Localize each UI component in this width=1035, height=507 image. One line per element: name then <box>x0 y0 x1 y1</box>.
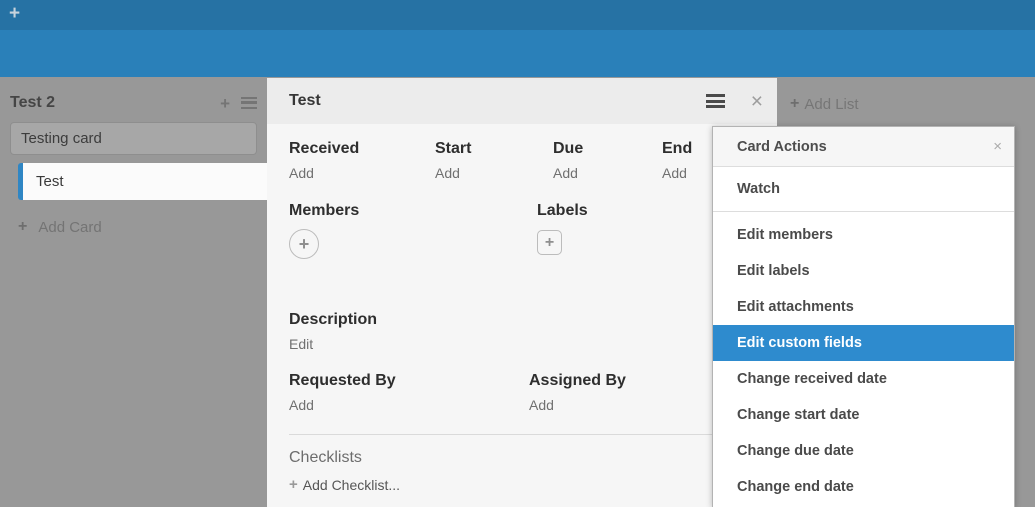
menu-item-watch[interactable]: Watch <box>713 167 1014 212</box>
description-field: Description Edit <box>289 311 777 352</box>
end-date-field: End Add <box>662 140 692 181</box>
navbar-add-board-icon[interactable]: + <box>9 3 20 25</box>
card-detail-close-icon[interactable]: × <box>751 91 763 112</box>
due-add-link[interactable]: Add <box>553 165 662 181</box>
labels-field: Labels + <box>537 202 588 259</box>
start-label: Start <box>435 140 553 158</box>
received-label: Received <box>289 140 435 158</box>
members-field: Members + <box>289 202 537 259</box>
card-detail-title: Test <box>289 92 706 110</box>
card-actions-popup-header: Card Actions × <box>713 127 1014 167</box>
received-date-field: Received Add <box>289 140 435 181</box>
add-label-button[interactable]: + <box>537 230 562 255</box>
menu-item-change-start-date[interactable]: Change start date <box>713 397 1014 433</box>
description-edit-link[interactable]: Edit <box>289 336 777 352</box>
end-label: End <box>662 140 692 158</box>
card-title: Testing card <box>21 130 102 147</box>
assigned-by-label: Assigned By <box>529 372 626 390</box>
add-list-plus-icon: + <box>790 95 799 113</box>
members-labels-row: Members + Labels + <box>289 202 777 259</box>
labels-label: Labels <box>537 202 588 220</box>
menu-item-edit-members[interactable]: Edit members <box>713 217 1014 253</box>
menu-item-change-due-date[interactable]: Change due date <box>713 433 1014 469</box>
list-test-2: Test 2 + Testing card Test + Add Card <box>0 77 267 507</box>
requested-assigned-row: Requested By Add Assigned By Add <box>289 372 777 413</box>
add-checklist-plus-icon: + <box>289 476 298 493</box>
add-card-label: Add Card <box>38 219 101 236</box>
menu-item-change-received-date[interactable]: Change received date <box>713 361 1014 397</box>
start-add-link[interactable]: Add <box>435 165 553 181</box>
menu-item-edit-attachments[interactable]: Edit attachments <box>713 289 1014 325</box>
card-actions-group: Edit members Edit labels Edit attachment… <box>713 212 1014 505</box>
list-menu-icon[interactable] <box>241 97 257 109</box>
divider <box>289 434 757 435</box>
menu-item-edit-labels[interactable]: Edit labels <box>713 253 1014 289</box>
add-list-button[interactable]: + Add List <box>790 95 859 113</box>
members-label: Members <box>289 202 537 220</box>
add-card-plus-icon: + <box>18 218 27 236</box>
card-title: Test <box>36 173 64 190</box>
checklists-section: Checklists + Add Checklist... <box>289 449 777 493</box>
requested-by-add-link[interactable]: Add <box>289 397 529 413</box>
menu-item-edit-custom-fields[interactable]: Edit custom fields <box>713 325 1014 361</box>
top-navbar: + <box>0 0 1035 30</box>
end-add-link[interactable]: Add <box>662 165 692 181</box>
card-actions-popup: Card Actions × Watch Edit members Edit l… <box>712 126 1015 507</box>
assigned-by-add-link[interactable]: Add <box>529 397 626 413</box>
due-date-field: Due Add <box>553 140 662 181</box>
card-actions-popup-title: Card Actions <box>737 139 993 155</box>
menu-item-change-end-date[interactable]: Change end date <box>713 469 1014 505</box>
start-date-field: Start Add <box>435 140 553 181</box>
list-add-card-icon[interactable]: + <box>220 95 230 112</box>
add-checklist-label: Add Checklist... <box>303 477 400 493</box>
add-list-label: Add List <box>804 96 858 113</box>
card-testing-card[interactable]: Testing card <box>10 122 257 155</box>
list-header: Test 2 + <box>0 77 267 122</box>
list-title: Test 2 <box>10 94 209 112</box>
requested-by-label: Requested By <box>289 372 529 390</box>
card-detail-panel: Test × Received Add Start Add Due Add En… <box>267 78 777 507</box>
received-add-link[interactable]: Add <box>289 165 435 181</box>
card-actions-popup-close-icon[interactable]: × <box>993 139 1002 154</box>
add-member-button[interactable]: + <box>289 229 319 259</box>
add-card-button[interactable]: + Add Card <box>18 218 267 236</box>
checklists-label: Checklists <box>289 449 777 467</box>
card-detail-header: Test × <box>267 78 777 124</box>
board-header-bar <box>0 30 1035 77</box>
card-actions-menu-icon[interactable] <box>706 94 725 108</box>
description-label: Description <box>289 311 777 329</box>
assigned-by-field: Assigned By Add <box>529 372 626 413</box>
card-test-open[interactable]: Test <box>18 163 267 200</box>
dates-row: Received Add Start Add Due Add End Add <box>289 140 777 181</box>
due-label: Due <box>553 140 662 158</box>
requested-by-field: Requested By Add <box>289 372 529 413</box>
add-checklist-button[interactable]: + Add Checklist... <box>289 476 777 493</box>
card-detail-body: Received Add Start Add Due Add End Add M… <box>267 124 777 507</box>
